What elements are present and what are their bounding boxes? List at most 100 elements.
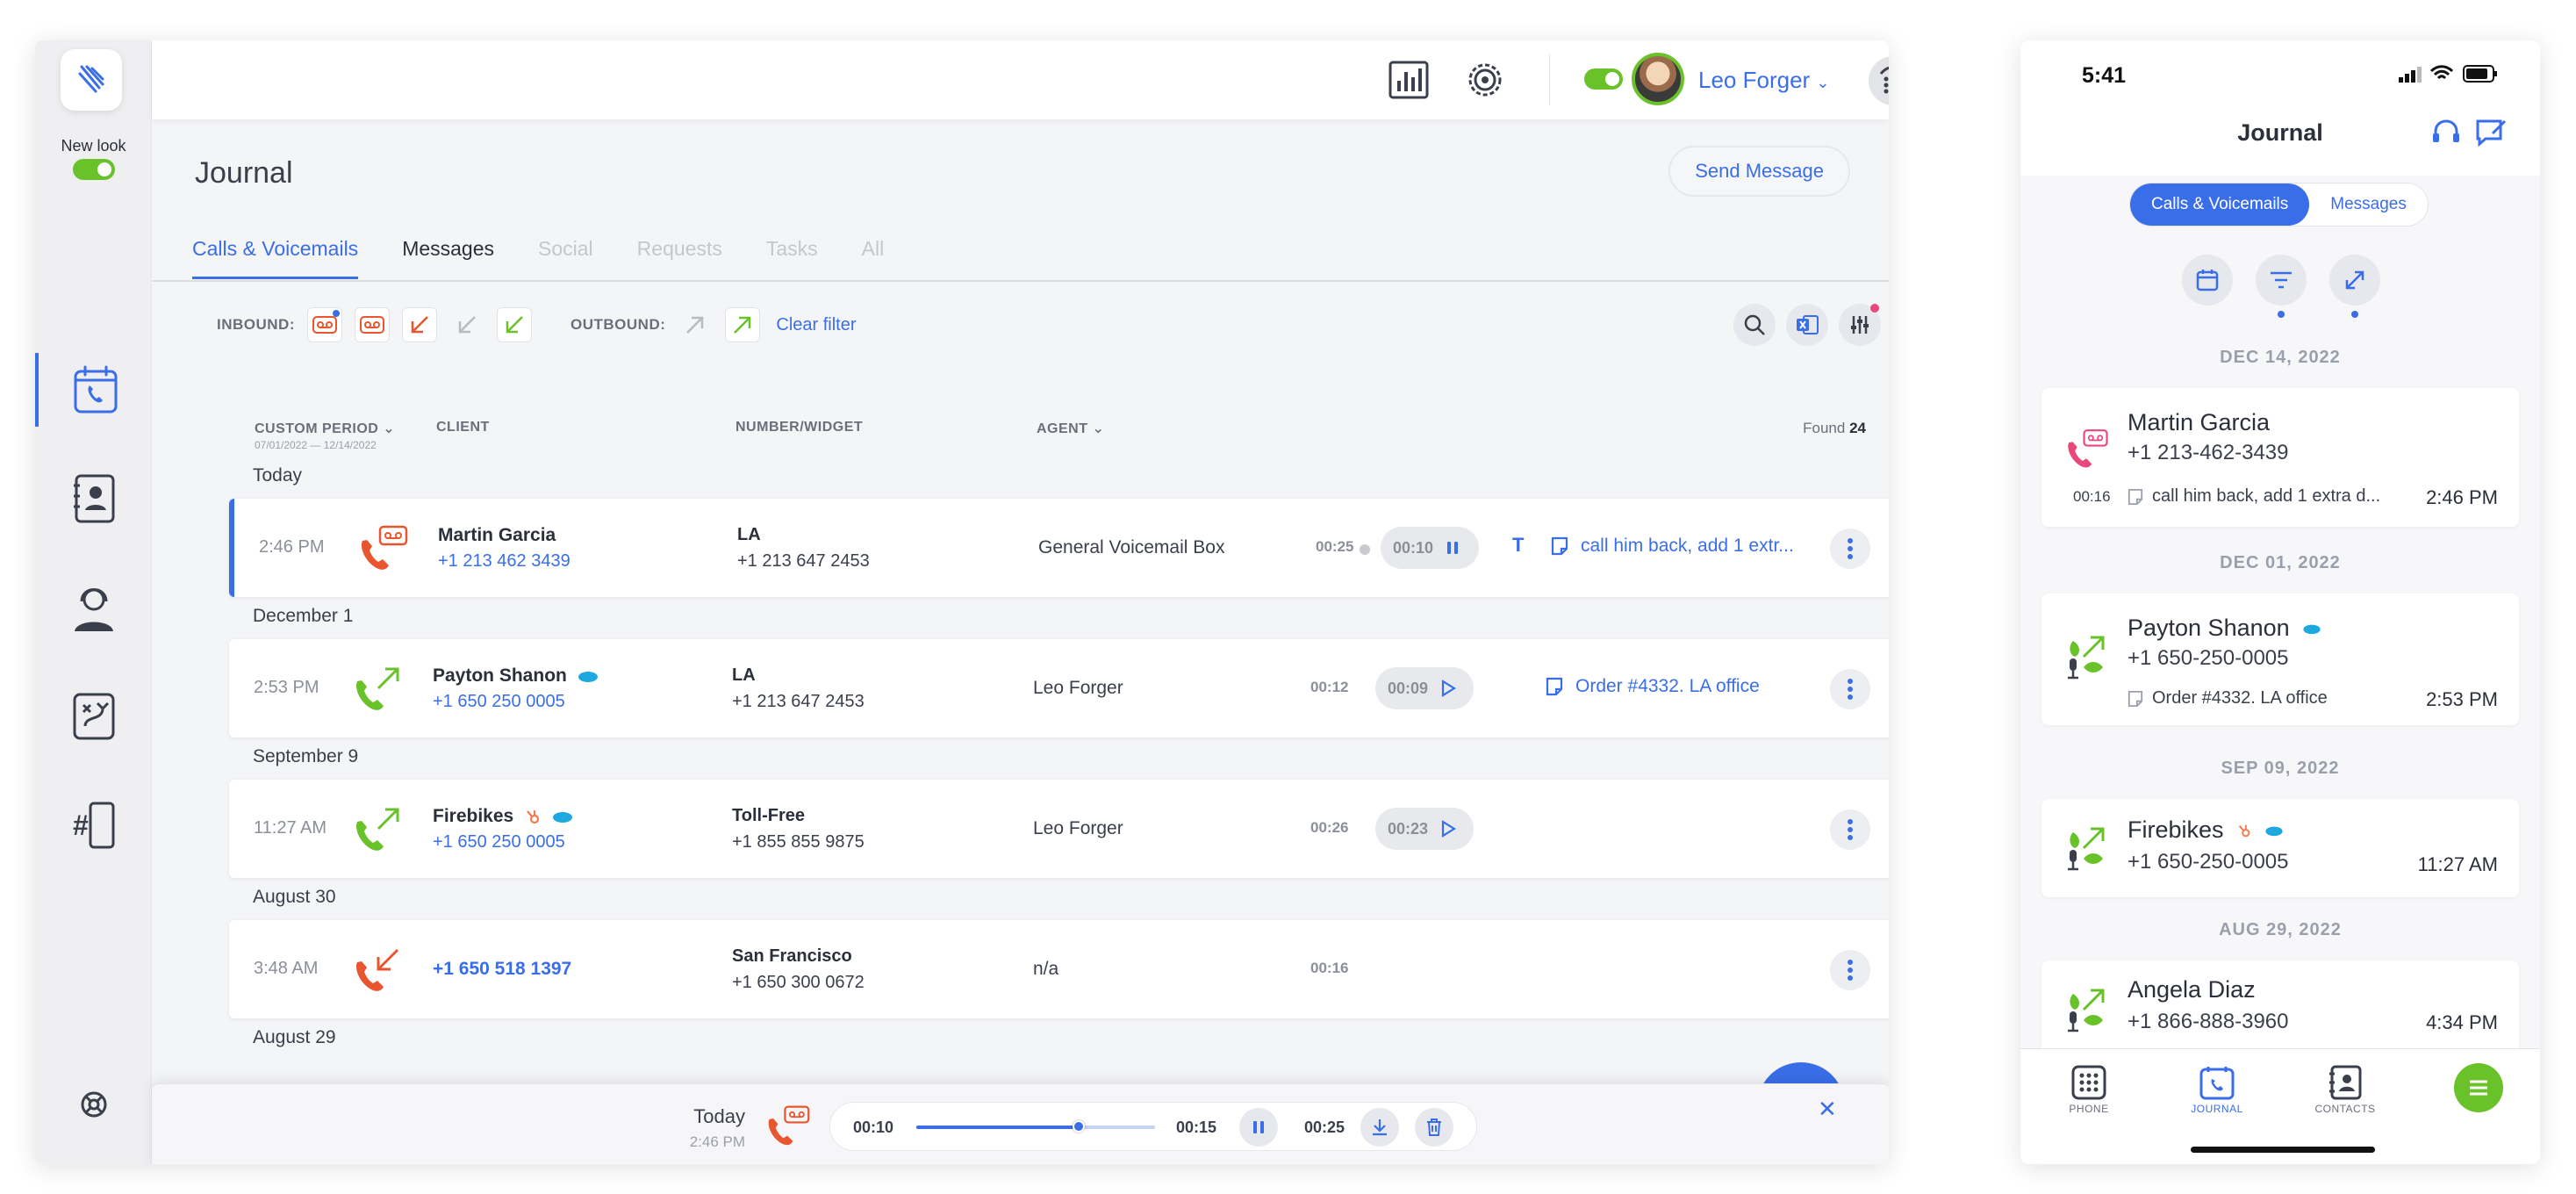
row-more-button[interactable] (1830, 950, 1870, 990)
download-button[interactable] (1360, 1108, 1399, 1147)
search-icon (1744, 314, 1765, 335)
chevron-down-icon: ⌄ (1092, 421, 1105, 436)
call-note[interactable]: Order #4332. LA office (1546, 676, 1760, 697)
group-label: September 9 (253, 746, 359, 766)
compose-message-icon[interactable] (2475, 118, 2507, 147)
new-look-label: New look (61, 137, 126, 155)
segment-calls-voicemails[interactable]: Calls & Voicemails (2130, 183, 2310, 226)
filter-inbound-answered[interactable] (497, 307, 532, 342)
tab-social[interactable]: Social (538, 237, 593, 279)
elapsed-time: 00:10 (853, 1118, 894, 1136)
pause-icon (1253, 1121, 1264, 1133)
signal-icon (2399, 67, 2422, 83)
transcript-icon[interactable]: T (1512, 534, 1524, 557)
mobile-list-item[interactable]: Angela Diaz +1 866-888-3960 4:34 PM (2041, 960, 2519, 1057)
tab-tasks[interactable]: Tasks (766, 237, 818, 279)
row-more-button[interactable] (1830, 669, 1870, 709)
mobile-page-title: Journal (2237, 119, 2323, 146)
filter-button[interactable] (2256, 255, 2307, 306)
mobile-list-item[interactable]: Martin Garcia +1 213-462-3439 00:16 call… (2041, 388, 2519, 527)
nav-journal[interactable] (35, 353, 152, 427)
tab-contacts[interactable]: CONTACTS (2293, 1065, 2398, 1115)
close-player-icon[interactable]: ✕ (1818, 1096, 1837, 1123)
play-icon (1441, 820, 1457, 838)
mobile-segment-control: Calls & Voicemails Messages (2129, 183, 2429, 227)
battery-icon (2463, 65, 2497, 83)
search-button[interactable] (1733, 304, 1776, 346)
tab-all[interactable]: All (862, 237, 885, 279)
tab-requests[interactable]: Requests (637, 237, 722, 279)
playback-pill[interactable]: 00:23 (1375, 808, 1474, 850)
filter-outbound-answered[interactable] (725, 307, 761, 342)
filter-voicemail[interactable] (355, 307, 390, 342)
row-more-button[interactable] (1830, 529, 1870, 569)
row-more-button[interactable] (1830, 809, 1870, 850)
filter-inbound-missed[interactable] (402, 307, 437, 342)
marker-time: 00:15 (1176, 1118, 1217, 1136)
play-icon (1441, 680, 1457, 697)
client-number[interactable]: +1 650 250 0005 (433, 832, 565, 852)
nav-contacts[interactable] (35, 462, 152, 536)
tab-journal[interactable]: JOURNAL (2164, 1065, 2270, 1115)
mobile-list-item[interactable]: Firebikes +1 650-250-0005 11:27 AM (2041, 799, 2519, 897)
expand-button[interactable] (2329, 255, 2380, 306)
filter-inbound-other[interactable] (449, 307, 484, 342)
nav-help[interactable] (35, 1068, 152, 1141)
page-title: Journal (195, 156, 293, 190)
progress-track[interactable] (916, 1120, 1155, 1133)
new-look-toggle[interactable] (72, 159, 115, 180)
mobile-call-note: call him back, add 1 extra d... (2128, 486, 2380, 507)
period-range: 07/01/2022 — 12/14/2022 (255, 439, 377, 451)
app-logo[interactable] (61, 49, 122, 111)
filter-voicemail-new[interactable] (307, 307, 342, 342)
call-note[interactable]: call him back, add 1 extr... (1551, 536, 1794, 557)
keypad-icon (2071, 1065, 2106, 1100)
table-row[interactable]: 2:46 PM Martin Garcia +1 213 462 3439 LA… (229, 499, 1889, 597)
delete-button[interactable] (1415, 1108, 1453, 1147)
settings-gear-icon[interactable] (1465, 60, 1505, 104)
tab-messages[interactable]: Messages (402, 237, 494, 279)
agent-name: Leo Forger (1033, 818, 1123, 838)
user-menu[interactable]: Leo Forger ⌄ (1698, 67, 1830, 94)
segment-messages[interactable]: Messages (2309, 183, 2428, 226)
nav-agents[interactable] (35, 571, 152, 644)
client-number[interactable]: +1 650 250 0005 (433, 692, 565, 712)
nav-numbers[interactable]: # (35, 788, 152, 862)
analytics-chart-icon[interactable] (1388, 60, 1430, 104)
outbound-call-icon (352, 804, 405, 858)
col-agent-header[interactable]: AGENT ⌄ (1037, 420, 1104, 437)
playback-pill[interactable]: 00:10 (1381, 527, 1479, 569)
journal-main: Journal Send Message Calls & Voicemails … (152, 119, 1889, 1164)
more-vertical-icon (1848, 819, 1853, 840)
export-excel-button[interactable] (1786, 304, 1828, 346)
dialpad-button[interactable] (1869, 56, 1889, 105)
calendar-button[interactable] (2182, 255, 2233, 306)
headset-icon[interactable] (2431, 118, 2461, 147)
filter-outbound-other[interactable] (678, 307, 713, 342)
player-time: 2:46 PM (689, 1133, 745, 1150)
mobile-list-item[interactable]: Payton Shanon +1 650-250-0005 Order #433… (2041, 593, 2519, 725)
client-number[interactable]: +1 650 518 1397 (433, 959, 571, 980)
progress-knob[interactable] (1072, 1120, 1085, 1133)
call-duration: 00:25 (1316, 538, 1354, 555)
col-client-header: CLIENT (436, 420, 490, 435)
playback-pill[interactable]: 00:09 (1375, 667, 1474, 709)
table-row[interactable]: 2:53 PM Payton Shanon +1 650 250 0005 LA… (229, 639, 1889, 737)
pause-button[interactable] (1239, 1108, 1278, 1147)
tab-calls-voicemails[interactable]: Calls & Voicemails (192, 237, 359, 279)
client-number[interactable]: +1 213 462 3439 (438, 551, 570, 572)
menu-button[interactable] (2454, 1063, 2503, 1112)
availability-toggle[interactable] (1584, 68, 1623, 90)
clear-filter-link[interactable]: Clear filter (776, 315, 856, 335)
voicemail-call-icon (764, 1104, 812, 1152)
col-period-header[interactable]: CUSTOM PERIOD ⌄ (255, 420, 395, 437)
nav-routing[interactable] (35, 680, 152, 753)
table-row[interactable]: 11:27 AM Firebikes +1 650 250 0005 Toll-… (229, 780, 1889, 878)
call-duration: 00:26 (1310, 819, 1349, 836)
user-avatar[interactable] (1632, 53, 1684, 105)
send-message-button[interactable]: Send Message (1668, 146, 1850, 197)
filter-settings-button[interactable] (1839, 304, 1881, 346)
group-label: August 30 (253, 887, 336, 907)
tab-phone[interactable]: PHONE (2036, 1065, 2142, 1115)
table-row[interactable]: 3:48 AM +1 650 518 1397 San Francisco +1… (229, 920, 1889, 1018)
